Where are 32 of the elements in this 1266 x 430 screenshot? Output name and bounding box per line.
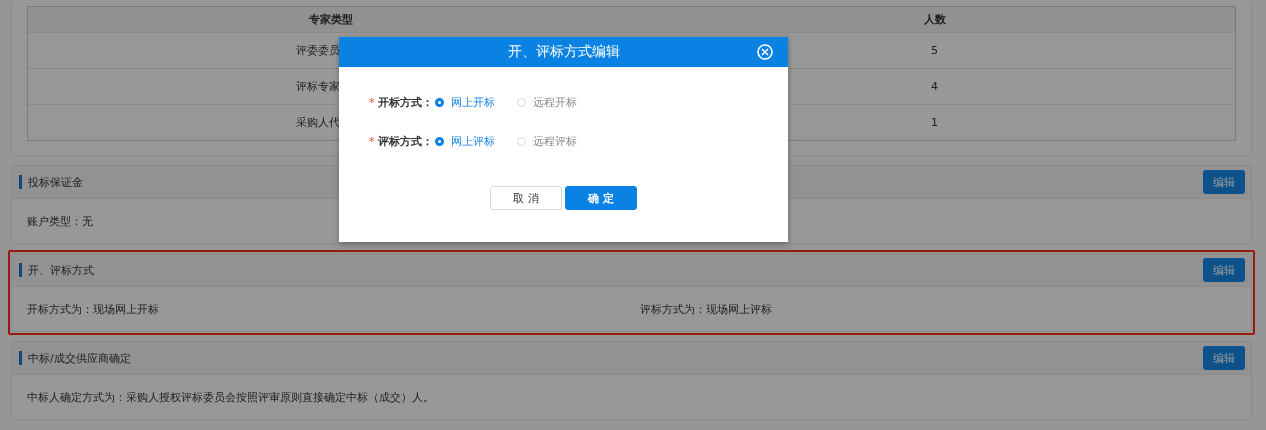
section-title: 开、评标方式 (28, 262, 94, 278)
radio-option[interactable]: 远程开标 (517, 94, 599, 110)
required-mark: * (369, 134, 375, 148)
table-cell: 4 (931, 80, 938, 93)
radio-option[interactable]: 网上开标 (435, 94, 517, 110)
field-label: 开标方式： (377, 95, 433, 109)
edit-button[interactable]: 编辑 (1203, 170, 1245, 194)
accent-bar (19, 263, 22, 277)
table-cell: 评标专家 (296, 80, 340, 93)
radio-option[interactable]: 远程评标 (517, 133, 599, 149)
table-cell: 评委委员 (296, 44, 340, 57)
dialog-title: 开、评标方式编辑 (507, 43, 620, 61)
radio-option[interactable]: 网上评标 (435, 133, 517, 149)
table-cell: 5 (931, 44, 938, 57)
accent-bar (19, 175, 22, 189)
field-text: 开标方式为：现场网上开标 (27, 302, 159, 316)
field-text: 账户类型：无 (27, 214, 93, 228)
edit-button[interactable]: 编辑 (1203, 258, 1245, 282)
edit-button[interactable]: 编辑 (1203, 346, 1245, 370)
field-label: 评标方式： (377, 134, 433, 148)
field-text: 评标方式为：现场网上评标 (640, 302, 772, 316)
close-icon[interactable] (757, 44, 773, 60)
accent-bar (19, 351, 22, 365)
section-title: 投标保证金 (28, 174, 83, 190)
column-header: 人数 (923, 13, 946, 26)
confirm-button[interactable]: 确 定 (565, 186, 637, 210)
required-mark: * (369, 95, 375, 109)
column-header: 专家类型 (309, 13, 353, 26)
table-cell: 1 (931, 116, 938, 129)
section-title: 中标/成交供应商确定 (28, 350, 131, 366)
cancel-button[interactable]: 取 消 (490, 186, 562, 210)
field-text: 中标人确定方式为：采购人授权评标委员会按照评审原则直接确定中标（成交）人。 (27, 390, 434, 404)
